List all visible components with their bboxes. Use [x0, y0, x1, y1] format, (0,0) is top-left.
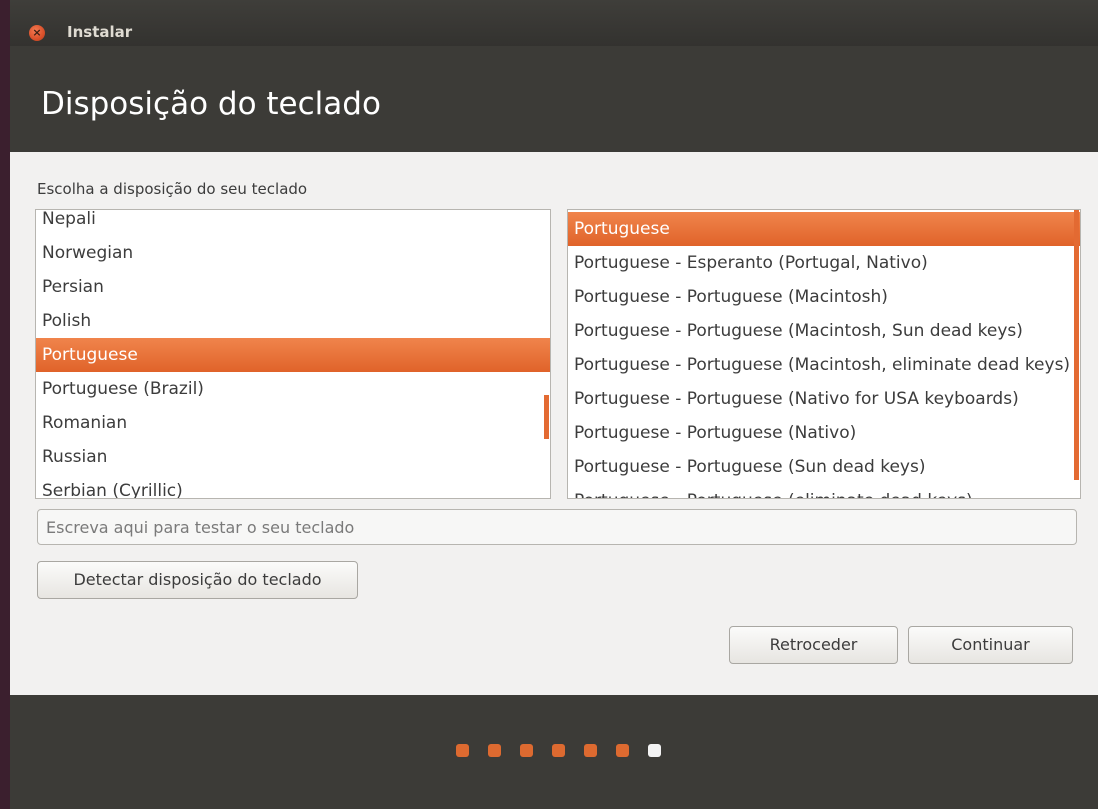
header-band: Disposição do teclado	[10, 46, 1098, 152]
list-item[interactable]: Nepali	[36, 210, 550, 236]
scrollbar-thumb[interactable]	[544, 395, 549, 439]
progress-dot	[552, 744, 565, 757]
title-bar: × Instalar	[10, 0, 1098, 46]
close-icon[interactable]: ×	[29, 25, 45, 41]
window-title: Instalar	[67, 23, 133, 41]
list-item[interactable]: Serbian (Cyrillic)	[36, 474, 550, 498]
layout-prompt-label: Escolha a disposição do seu teclado	[37, 180, 308, 198]
keyboard-layout-list[interactable]: Nepali Norwegian Persian Polish Portuguese Po…	[35, 209, 551, 499]
list-item[interactable]: Polish	[36, 304, 550, 338]
list-item[interactable]: Norwegian	[36, 236, 550, 270]
list-item[interactable]: Portuguese	[568, 212, 1080, 246]
list-item[interactable]: Portuguese - Portuguese (Macintosh)	[568, 280, 1080, 314]
progress-dot	[520, 744, 533, 757]
list-item[interactable]: Persian	[36, 270, 550, 304]
list-item[interactable]: Portuguese - Portuguese (Macintosh, Sun …	[568, 314, 1080, 348]
list-item[interactable]: Portuguese - Portuguese (Nativo for USA …	[568, 382, 1080, 416]
footer-band	[10, 695, 1098, 809]
list-item[interactable]: Portuguese (Brazil)	[36, 372, 550, 406]
list-item[interactable]: Portuguese - Portuguese (Nativo)	[568, 416, 1080, 450]
continue-button[interactable]: Continuar	[908, 626, 1073, 664]
keyboard-variant-list[interactable]: Portuguese Portuguese - Esperanto (Portug…	[567, 209, 1081, 499]
keyboard-test-input[interactable]	[37, 509, 1077, 545]
progress-dot	[616, 744, 629, 757]
back-button[interactable]: Retroceder	[729, 626, 898, 664]
progress-dot	[584, 744, 597, 757]
scrollbar-thumb[interactable]	[1074, 210, 1079, 480]
list-item[interactable]: Portuguese - Portuguese (Macintosh, elim…	[568, 348, 1080, 382]
progress-dots	[456, 744, 661, 757]
detect-layout-button[interactable]: Detectar disposição do teclado	[37, 561, 358, 599]
list-item[interactable]: Romanian	[36, 406, 550, 440]
progress-dot	[456, 744, 469, 757]
progress-dot	[648, 744, 661, 757]
installer-window: × Instalar Disposição do teclado Escolha…	[10, 0, 1098, 809]
list-item[interactable]: Portuguese - Esperanto (Portugal, Nativo…	[568, 246, 1080, 280]
list-item[interactable]: Portuguese - Portuguese (eliminate dead …	[568, 484, 1080, 498]
page-title: Disposição do teclado	[41, 86, 381, 122]
progress-dot	[488, 744, 501, 757]
list-item[interactable]: Russian	[36, 440, 550, 474]
list-item[interactable]: Portuguese	[36, 338, 550, 372]
list-item[interactable]: Portuguese - Portuguese (Sun dead keys)	[568, 450, 1080, 484]
